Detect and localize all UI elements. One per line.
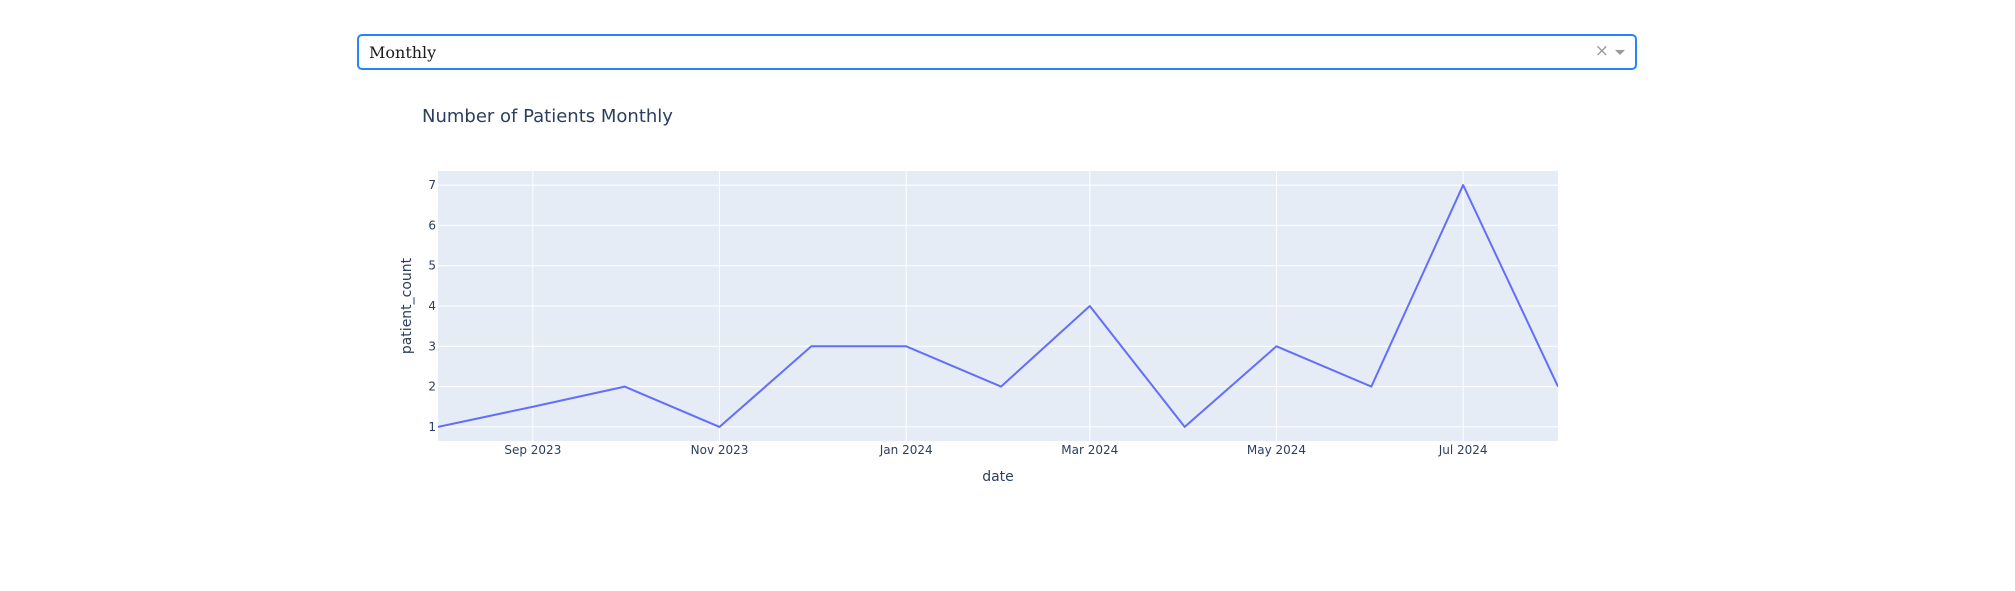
chart-title: Number of Patients Monthly [422,106,673,127]
x-tick-label: May 2024 [1247,443,1306,457]
y-tick-label: 7 [428,178,436,192]
y-tick-label: 1 [428,420,436,434]
y-axis-title: patient_count [399,257,415,354]
x-tick-label: Jan 2024 [879,443,933,457]
y-tick-label: 6 [428,218,436,232]
x-tick-label: Nov 2023 [691,443,749,457]
x-tick-label: Jul 2024 [1438,443,1488,457]
y-tick-label: 5 [428,259,436,273]
y-tick-label: 2 [428,380,436,394]
patients-line-chart: Number of Patients Monthly 1 2 3 4 5 6 7 Sep 202… [399,106,1559,485]
x-tick-label: Mar 2024 [1061,443,1118,457]
y-tick-label: 4 [428,299,436,313]
x-axis-title: date [982,469,1014,485]
x-tick-label: Sep 2023 [504,443,561,457]
y-tick-label: 3 [428,339,436,353]
